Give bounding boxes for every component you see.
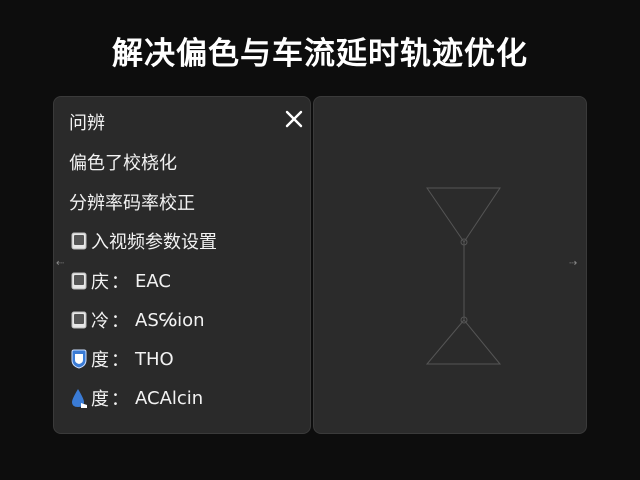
menu-item-acalcin[interactable]: 度 ： ACAlcin: [69, 386, 203, 410]
menu-item-value: AS℅ion: [135, 309, 205, 331]
device-icon: [71, 311, 87, 329]
menu-header: 问辨: [69, 110, 105, 134]
menu-item-label: 偏色了校桡化: [69, 153, 177, 174]
menu-item-label: 入视频参数设置: [91, 232, 217, 253]
upper-triangle: [426, 187, 501, 243]
shield-icon: [71, 349, 87, 369]
menu-item-value: THO: [135, 348, 174, 370]
device-icon: [71, 232, 87, 250]
menu-item-label: 度: [91, 389, 109, 410]
close-icon[interactable]: [284, 109, 304, 129]
menu-item-color-cast[interactable]: 偏色了校桡化: [69, 150, 177, 174]
menu-item-eac[interactable]: 庆 ： EAC: [69, 269, 171, 293]
menu-item-label: 分辨率码率校正: [69, 193, 195, 214]
droplet-icon: [72, 389, 87, 408]
menu-item-resolution[interactable]: 分辨率码率校正: [69, 190, 195, 214]
menu-item-label: 度: [91, 350, 109, 371]
page-title: 解决偏色与车流延时轨迹优化: [112, 36, 528, 72]
device-icon: [71, 272, 87, 290]
menu-item-asion[interactable]: 冷 ： AS℅ion: [69, 308, 205, 332]
menu-item-sep: ：: [111, 389, 129, 410]
menu-item-sep: ：: [111, 272, 129, 293]
resize-handle-left-icon[interactable]: ⇠: [56, 258, 64, 269]
menu-item-value: ACAlcin: [135, 387, 204, 409]
menu-item-label: 庆: [91, 272, 109, 293]
menu-item-label: 冷: [91, 311, 109, 332]
menu-panel: [53, 96, 311, 434]
menu-header-label: 问辨: [69, 113, 105, 134]
lower-triangle: [425, 319, 502, 365]
menu-item-value: EAC: [135, 270, 171, 292]
menu-item-sep: ：: [111, 311, 129, 332]
menu-item-tho[interactable]: 度 ： THO: [69, 347, 174, 371]
trajectory-diagram: [425, 187, 502, 365]
menu-item-video-params[interactable]: 入视频参数设置: [69, 229, 217, 253]
menu-item-sep: ：: [111, 350, 129, 371]
